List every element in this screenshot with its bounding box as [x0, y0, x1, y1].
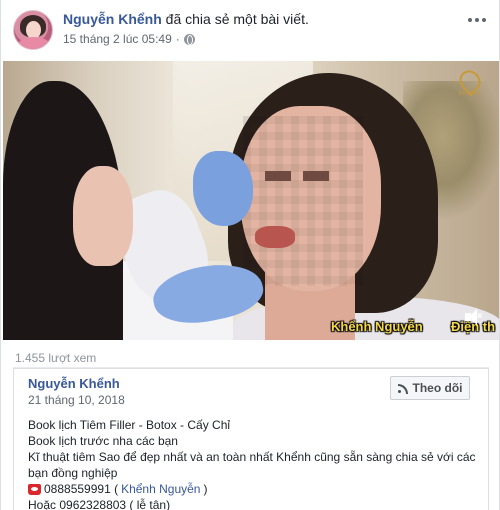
brand-logo-icon: KHENH	[453, 66, 487, 99]
post-meta: 15 tháng 2 lúc 05:49 ·	[63, 32, 195, 46]
post-header: Nguyễn Khểnh đã chia sẻ một bài viết. 15…	[13, 10, 489, 54]
post-action-text: đã chia sẻ một bài viết.	[165, 11, 309, 27]
meta-separator: ·	[175, 32, 180, 46]
video-player[interactable]: KHENH Khểnh Nguyễn Điện th ×	[3, 61, 499, 340]
author-avatar[interactable]	[13, 10, 53, 50]
phone-close: )	[203, 482, 208, 496]
shared-post-date[interactable]: 21 tháng 10, 2018	[28, 393, 125, 407]
speaker-muted-icon[interactable]: ×	[465, 309, 483, 325]
view-count: 1.455 lượt xem	[15, 351, 97, 365]
follow-button[interactable]: Theo dõi	[390, 376, 470, 400]
shared-post: Nguyễn Khểnh 21 tháng 10, 2018 Theo dõi …	[13, 368, 489, 510]
body-line: Book lịch trước nha các bạn	[28, 434, 178, 448]
rss-icon	[397, 383, 408, 394]
phone-name-link[interactable]: Khểnh Nguyễn	[121, 481, 200, 497]
phone-icon	[28, 483, 41, 495]
alt-phone-line: Hoặc 0962328803 ( lễ tân)	[28, 498, 171, 510]
post-timestamp[interactable]: 15 tháng 2 lúc 05:49	[63, 32, 172, 46]
body-line: Kĩ thuật tiêm Sao để đẹp nhất và an toàn…	[28, 450, 476, 480]
author-name-link[interactable]: Nguyễn Khểnh	[63, 11, 162, 27]
more-options-icon[interactable]	[465, 12, 489, 28]
phone-line: 0888559991 ( Khểnh Nguyễn )	[28, 481, 478, 497]
phone-number: 0888559991 (	[44, 482, 119, 496]
globe-icon[interactable]	[183, 33, 195, 45]
body-line: Book lịch Tiêm Filler - Botox - Cấy Chỉ	[28, 418, 231, 432]
video-caption-name: Khểnh Nguyễn	[331, 319, 423, 334]
pixelated-face	[243, 116, 363, 286]
blue-glove	[193, 151, 253, 226]
shared-post-body: Book lịch Tiêm Filler - Botox - Cấy Chỉ …	[28, 417, 478, 510]
shared-author-link[interactable]: Nguyễn Khểnh	[28, 376, 120, 391]
follow-label: Theo dõi	[412, 381, 463, 395]
feed-post-card: Nguyễn Khểnh đã chia sẻ một bài viết. 15…	[0, 0, 500, 510]
post-title-line: Nguyễn Khểnh đã chia sẻ một bài viết.	[63, 11, 309, 27]
